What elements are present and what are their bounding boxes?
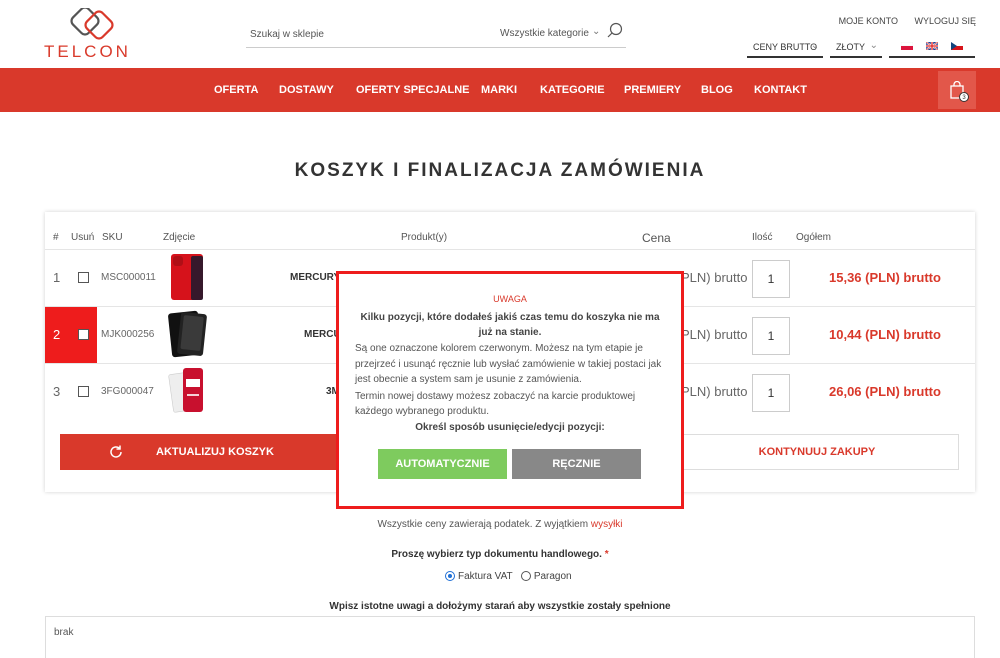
col-header-sku: SKU	[102, 232, 123, 243]
nav-item-kategorie[interactable]: KATEGORIE	[540, 84, 605, 96]
nav-item-marki[interactable]: MARKI	[481, 84, 517, 96]
flag-gb-icon[interactable]	[926, 42, 938, 50]
category-select[interactable]: Wszystkie kategorie	[500, 28, 589, 39]
col-header-image: Zdjęcie	[163, 232, 196, 243]
row-number: 3	[53, 384, 61, 399]
nav-item-oferta[interactable]: OFERTA	[214, 84, 258, 96]
document-type-label: Proszę wybierz typ dokumentu handlowego.…	[0, 549, 1000, 560]
invoice-radio-option[interactable]: Faktura VAT	[445, 571, 512, 582]
remove-checkbox[interactable]	[78, 272, 89, 283]
row-sku: 3FG000047	[101, 386, 154, 397]
currency-select[interactable]: ZŁOTY ⌄	[830, 38, 882, 58]
radio-unselected-icon[interactable]	[520, 571, 531, 581]
search-icon[interactable]	[606, 22, 624, 40]
logo[interactable]: TELCON	[44, 8, 144, 62]
automatic-button[interactable]: AUTOMATYCZNIE	[378, 449, 507, 479]
language-flags	[889, 38, 975, 58]
col-header-total: Ogółem	[796, 232, 832, 243]
tax-note-text: Wszystkie ceny zawierają podatek. Z wyją…	[377, 519, 589, 530]
tax-note: Wszystkie ceny zawierają podatek. Z wyją…	[0, 519, 1000, 530]
logout-link[interactable]: WYLOGUJ SIĘ	[914, 16, 976, 26]
price-mode-select[interactable]: CENY BRUTTO ⌄	[747, 38, 823, 58]
required-mark: *	[604, 549, 609, 560]
stock-warning-modal: UWAGA Kilku pozycji, które dodałeś jakiś…	[336, 271, 684, 509]
chevron-down-icon: ⌄	[810, 40, 819, 51]
row-price: PLN) brutto	[681, 384, 748, 399]
continue-shopping-label: KONTYNUUJ ZAKUPY	[758, 446, 876, 458]
logo-mark-icon	[70, 8, 114, 40]
row-sku: MJK000256	[101, 329, 155, 340]
remove-checkbox[interactable]	[78, 329, 89, 340]
refresh-icon	[110, 445, 122, 458]
modal-question: Określ sposób usunięcie/edycji pozycji:	[415, 421, 605, 433]
cart-button[interactable]: 3	[938, 71, 976, 109]
continue-shopping-button[interactable]: KONTYNUUJ ZAKUPY	[675, 434, 959, 470]
shipping-link[interactable]: wysyłki	[591, 519, 623, 530]
nav-item-premiery[interactable]: PREMIERY	[624, 84, 681, 96]
nav-item-dostawy[interactable]: DOSTAWY	[279, 84, 334, 96]
flag-cz-icon[interactable]	[951, 42, 963, 50]
chevron-down-icon[interactable]: ⌄	[592, 26, 600, 37]
row-number: 2	[53, 327, 61, 342]
search-input[interactable]	[246, 24, 486, 44]
row-sku: MSC000011	[101, 272, 156, 283]
modal-delivery-text: Termin nowej dostawy możesz zobaczyć na …	[355, 390, 636, 418]
row-price: PLN) brutto	[681, 327, 748, 342]
modal-actions: AUTOMATYCZNIE RĘCZNIE	[378, 449, 644, 479]
col-header-product: Produkt(y)	[401, 232, 448, 243]
row-total: 15,36 (PLN) brutto	[829, 270, 941, 285]
receipt-label: Paragon	[533, 571, 572, 582]
modal-warning-text: Kilku pozycji, które dodałeś jakiś czas …	[360, 312, 660, 338]
flag-pl-icon[interactable]	[901, 42, 913, 50]
notes-textarea[interactable]: brak	[45, 616, 975, 658]
quantity-input[interactable]: 1	[752, 260, 790, 298]
price-mode-value: CENY BRUTTO	[753, 42, 818, 52]
manual-button[interactable]: RĘCZNIE	[512, 449, 641, 479]
product-image[interactable]	[167, 310, 207, 358]
row-price: PLN) brutto	[681, 270, 748, 285]
row-number: 1	[53, 270, 61, 285]
main-nav: OFERTA DOSTAWY OFERTY SPECJALNE MARKI KA…	[0, 68, 1000, 112]
quantity-input[interactable]: 1	[752, 317, 790, 355]
row-total: 26,06 (PLN) brutto	[829, 384, 941, 399]
nav-item-oferty-specjalne[interactable]: OFERTY SPECJALNE	[356, 84, 470, 96]
modal-title: UWAGA	[493, 294, 527, 304]
product-name[interactable]: MERCURY	[290, 272, 340, 283]
cart-count-badge: 3	[959, 92, 969, 102]
logo-text: TELCON	[44, 42, 131, 61]
col-header-price: Cena	[642, 231, 671, 245]
document-type-options: Faktura VAT Paragon	[445, 571, 572, 582]
search-bar: Wszystkie kategorie ⌄	[246, 20, 626, 48]
radio-selected-icon[interactable]	[445, 571, 455, 581]
notes-label: Wpisz istotne uwagi a dołożymy starań ab…	[329, 601, 671, 612]
nav-item-blog[interactable]: BLOG	[701, 84, 733, 96]
document-type-text: Proszę wybierz typ dokumentu handlowego.	[391, 549, 602, 560]
row-total: 10,44 (PLN) brutto	[829, 327, 941, 342]
update-cart-label: AKTUALIZUJ KOSZYK	[156, 446, 274, 458]
currency-value: ZŁOTY	[836, 42, 866, 52]
my-account-link[interactable]: MOJE KONTO	[839, 16, 898, 26]
quantity-input[interactable]: 1	[752, 374, 790, 412]
product-image[interactable]	[167, 253, 207, 301]
header: TELCON Wszystkie kategorie ⌄ MOJE KONTO …	[0, 0, 1000, 68]
col-header-qty: Ilość	[752, 232, 773, 243]
page-title: KOSZYK I FINALIZACJA ZAMÓWIENIA	[294, 160, 706, 181]
invoice-label: Faktura VAT	[458, 571, 513, 582]
modal-body-text: Są one oznaczone kolorem czerwonym. Może…	[355, 343, 662, 385]
chevron-down-icon: ⌄	[869, 40, 878, 51]
remove-checkbox[interactable]	[78, 386, 89, 397]
col-header-remove: Usuń	[71, 232, 95, 243]
update-cart-button[interactable]: AKTUALIZUJ KOSZYK	[60, 434, 360, 470]
top-links: MOJE KONTO WYLOGUJ SIĘ	[825, 16, 976, 26]
col-header-num: #	[53, 232, 59, 243]
product-image[interactable]	[167, 367, 207, 415]
nav-item-kontakt[interactable]: KONTAKT	[754, 84, 807, 96]
receipt-radio-option[interactable]: Paragon	[520, 571, 572, 582]
